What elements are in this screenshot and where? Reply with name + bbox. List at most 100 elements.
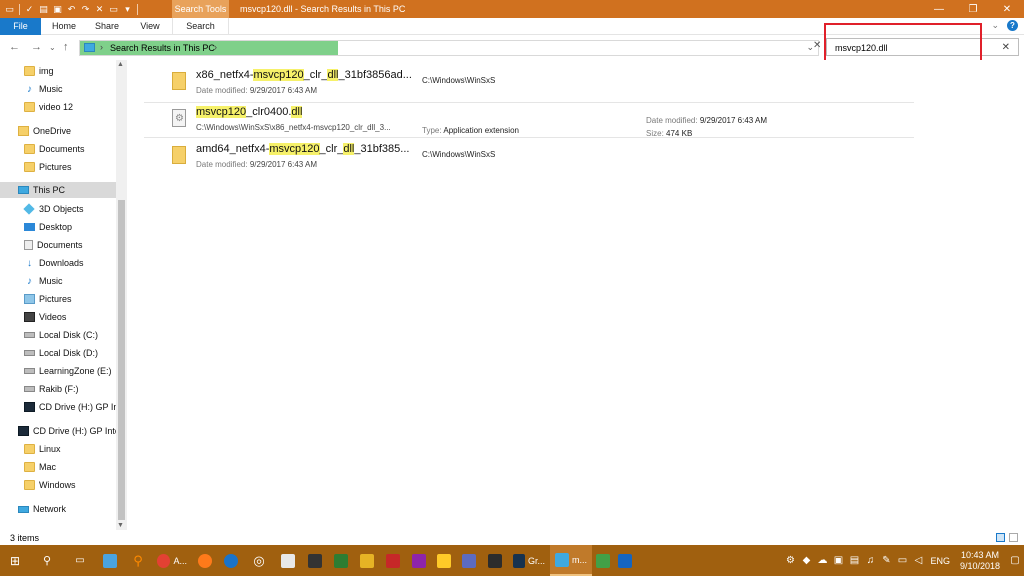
sidebar-item-onedrive[interactable]: OneDrive (18, 123, 71, 139)
taskbar-pin[interactable] (456, 545, 482, 576)
sidebar-item-pictures[interactable]: Pictures (24, 159, 72, 175)
breadcrumb-chevron-icon[interactable]: › (214, 42, 217, 52)
battery-icon[interactable]: ▭ (894, 555, 910, 566)
sidebar-item-img[interactable]: img (24, 63, 54, 79)
breadcrumb-chevron-icon[interactable]: › (100, 42, 103, 52)
recent-locations-icon[interactable]: ⌄ (49, 43, 56, 52)
search-button[interactable]: ⚲ (30, 545, 64, 576)
speaker-icon[interactable]: ◁ (910, 555, 926, 566)
taskbar-pin[interactable] (354, 545, 380, 576)
taskbar-app-chrome[interactable]: A... (152, 545, 192, 576)
tab-search[interactable]: Search (172, 18, 229, 35)
sidebar-item-desktop[interactable]: Desktop (24, 219, 72, 235)
sidebar-item-label: img (39, 66, 54, 76)
taskbar-app-file-explorer[interactable]: m... (550, 545, 592, 576)
notifications-icon[interactable]: ▢ (1006, 545, 1024, 576)
sidebar-item-rakib-f[interactable]: Rakib (F:) (24, 381, 79, 397)
taskbar-pin[interactable] (274, 545, 302, 576)
details-view-icon[interactable] (996, 533, 1005, 542)
volume-icon[interactable]: ♫ (862, 555, 878, 566)
sidebar-item-downloads[interactable]: ↓ Downloads (24, 255, 84, 271)
help-icon[interactable]: ? (1007, 20, 1018, 31)
taskbar-pin[interactable] (96, 545, 124, 576)
sidebar-item-pictures[interactable]: Pictures (24, 291, 72, 307)
folder-icon[interactable]: ▭ (4, 4, 15, 15)
folder-icon[interactable]: ▣ (52, 4, 63, 15)
clear-search-icon[interactable]: ✕ (1002, 42, 1010, 53)
taskbar-pin[interactable] (482, 545, 508, 576)
sidebar-item-network[interactable]: Network (18, 501, 66, 517)
scroll-down-icon[interactable]: ▼ (117, 522, 124, 529)
tray-app-icon[interactable]: ▣ (830, 555, 846, 566)
sidebar-item-videos[interactable]: Videos (24, 309, 66, 325)
redo-icon[interactable]: ↷ (80, 4, 91, 15)
result-row[interactable]: x86_netfx4-msvcp120_clr_dll_31bf3856ad..… (144, 66, 914, 102)
sidebar-item-3d-objects[interactable]: 3D Objects (23, 201, 84, 217)
taskbar-pin[interactable] (406, 545, 432, 576)
taskbar-pin[interactable] (192, 545, 218, 576)
sidebar-item-local-disk-c[interactable]: Local Disk (C:) (24, 327, 98, 343)
tray-app-icon[interactable]: ☁ (814, 555, 830, 566)
close-icon[interactable]: ✕ (990, 0, 1024, 18)
sidebar-item-linux[interactable]: Linux (24, 441, 61, 457)
taskbar-pin[interactable] (302, 545, 328, 576)
result-name[interactable]: msvcp120_clr0400.dll (196, 106, 303, 118)
sidebar-item-cd-drive-h-root[interactable]: CD Drive (H:) GP Inte (18, 423, 120, 439)
sidebar-item-music[interactable]: ♪ Music (24, 81, 63, 97)
back-icon[interactable]: ← (9, 41, 20, 53)
taskbar-pin[interactable] (592, 545, 614, 576)
forward-icon[interactable]: → (31, 41, 42, 53)
sidebar-item-local-disk-d[interactable]: Local Disk (D:) (24, 345, 98, 361)
sidebar-item-video-12[interactable]: video 12 (24, 99, 73, 115)
tray-app-icon[interactable]: ⚙ (782, 555, 798, 566)
tab-view[interactable]: View (131, 18, 169, 35)
taskbar-app-gp[interactable]: Gr... (508, 545, 550, 576)
sidebar-item-learningzone-e[interactable]: LearningZone (E:) (24, 363, 112, 379)
properties-icon[interactable]: ✓ (24, 4, 35, 15)
restore-icon[interactable]: ❐ (956, 0, 990, 18)
task-view-button[interactable]: ▭ (64, 545, 96, 576)
tab-share[interactable]: Share (88, 18, 126, 35)
sidebar-item-mac[interactable]: Mac (24, 459, 56, 475)
taskbar-pin[interactable]: ◎ (244, 545, 274, 576)
new-folder-icon[interactable]: ▤ (38, 4, 49, 15)
start-button[interactable]: ⊞ (0, 545, 30, 576)
sidebar-item-windows[interactable]: Windows (24, 477, 76, 493)
input-language[interactable]: ENG (930, 556, 950, 566)
taskbar-pin[interactable] (328, 545, 354, 576)
result-row[interactable]: msvcp120_clr0400.dll C:\Windows\WinSxS\x… (144, 102, 914, 138)
result-name[interactable]: x86_netfx4-msvcp120_clr_dll_31bf3856ad..… (196, 69, 412, 81)
stop-search-icon[interactable]: ✕ (813, 40, 821, 51)
delete-icon[interactable]: ✕ (94, 4, 105, 15)
taskbar-pin[interactable]: ⚲ (124, 545, 152, 576)
scrollbar-thumb[interactable] (118, 200, 125, 520)
clock[interactable]: 10:43 AM 9/10/2018 (960, 550, 1000, 572)
sidebar-item-this-pc[interactable]: This PC (0, 182, 116, 198)
tab-file[interactable]: File (0, 18, 41, 35)
pen-icon[interactable]: ✎ (878, 555, 894, 566)
minimize-icon[interactable]: — (922, 0, 956, 18)
address-bar[interactable]: › Search Results in This PC › ⌄ (79, 40, 819, 56)
tab-home[interactable]: Home (45, 18, 83, 35)
taskbar-pin[interactable] (432, 545, 456, 576)
sidebar-item-documents[interactable]: Documents (24, 141, 85, 157)
customize-toolbar-icon[interactable]: ▾ (122, 4, 133, 15)
scroll-up-icon[interactable]: ▲ (117, 61, 124, 68)
sidebar-item-documents[interactable]: Documents (24, 237, 83, 253)
expand-ribbon-icon[interactable]: ⌄ (991, 20, 999, 31)
sidebar-item-music[interactable]: ♪ Music (24, 273, 63, 289)
breadcrumb-location[interactable]: Search Results in This PC (110, 43, 215, 53)
taskbar-pin[interactable] (380, 545, 406, 576)
taskbar-pin[interactable] (218, 545, 244, 576)
taskbar-pin[interactable] (614, 545, 636, 576)
sidebar-item-cd-drive-h[interactable]: CD Drive (H:) GP Int (24, 399, 121, 415)
rename-icon[interactable]: ▭ (108, 4, 119, 15)
result-name[interactable]: amd64_netfx4-msvcp120_clr_dll_31bf385... (196, 143, 409, 155)
tray-app-icon[interactable]: ◆ (798, 555, 814, 566)
up-icon[interactable]: ↑ (63, 41, 69, 53)
large-icons-view-icon[interactable] (1009, 533, 1018, 542)
navigation-pane-scrollbar[interactable]: ▲ ▼ (116, 60, 127, 530)
undo-icon[interactable]: ↶ (66, 4, 77, 15)
result-row[interactable]: amd64_netfx4-msvcp120_clr_dll_31bf385...… (144, 140, 914, 176)
network-icon[interactable]: ▤ (846, 555, 862, 566)
